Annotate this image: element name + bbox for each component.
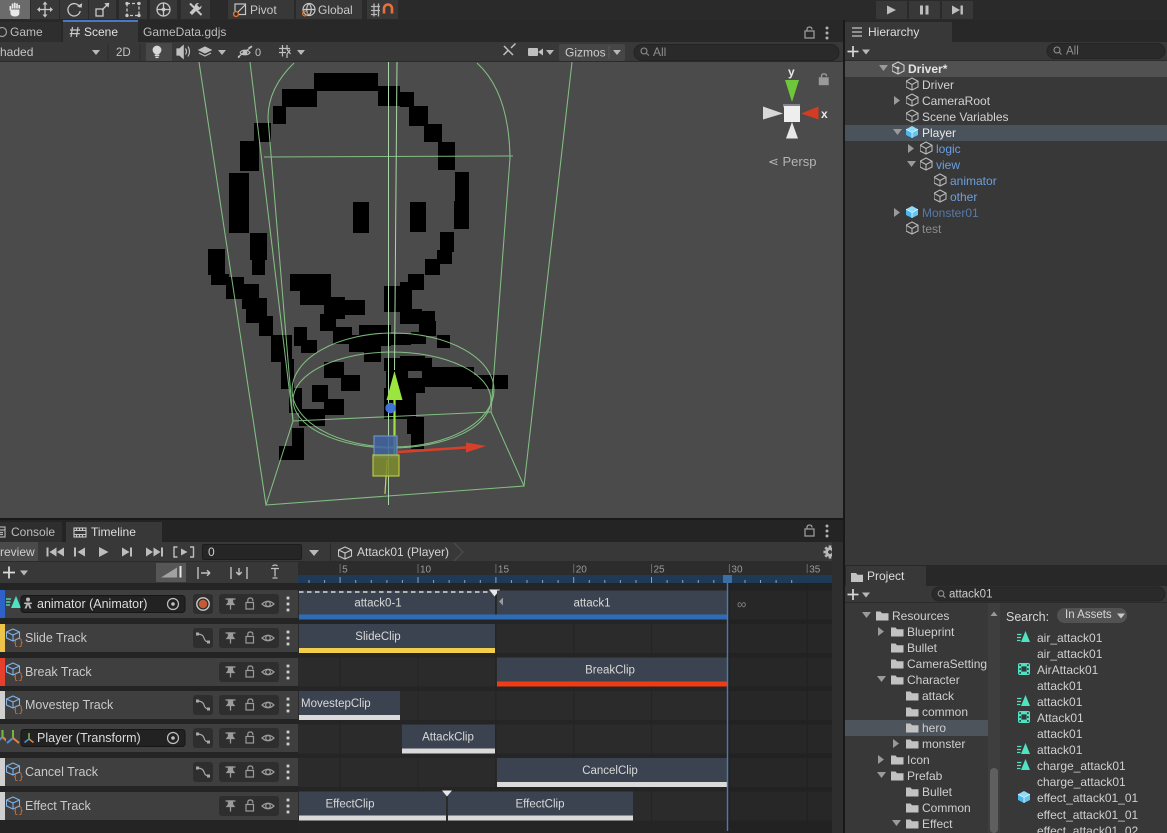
svg-text:Pivot: Pivot — [250, 3, 277, 17]
svg-text:All: All — [653, 45, 666, 59]
svg-text:Player (Transform): Player (Transform) — [37, 731, 141, 745]
svg-text:animator (Animator): animator (Animator) — [37, 597, 147, 611]
svg-text:{}: {} — [13, 705, 24, 715]
svg-text:Slide Track: Slide Track — [25, 631, 88, 645]
svg-text:MovestepClip: MovestepClip — [301, 698, 371, 710]
svg-text:35: 35 — [809, 565, 821, 576]
svg-text:25: 25 — [654, 565, 666, 576]
svg-text:Movestep Track: Movestep Track — [25, 698, 114, 712]
svg-text:30: 30 — [731, 565, 743, 576]
svg-text:2D: 2D — [116, 47, 131, 59]
svg-text:10: 10 — [420, 565, 432, 576]
svg-text:⋖ Persp: ⋖ Persp — [768, 154, 816, 169]
svg-text:{}: {} — [13, 806, 24, 816]
svg-text:5: 5 — [342, 565, 348, 576]
svg-text:attack01: attack01 — [949, 589, 992, 601]
svg-text:attack0-1: attack0-1 — [354, 598, 401, 610]
svg-text:Cancel Track: Cancel Track — [25, 765, 99, 779]
svg-text:{}: {} — [13, 638, 24, 648]
svg-text:0: 0 — [255, 47, 261, 59]
svg-text:CancelClip: CancelClip — [582, 765, 638, 777]
svg-text:15: 15 — [498, 565, 510, 576]
svg-text:All: All — [1066, 46, 1079, 58]
svg-text:Effect Track: Effect Track — [25, 799, 92, 813]
svg-text:EffectClip: EffectClip — [325, 799, 374, 811]
svg-text:Break Track: Break Track — [25, 665, 92, 679]
svg-text:Global: Global — [318, 3, 353, 17]
svg-text:BreakClip: BreakClip — [585, 665, 635, 677]
svg-text:y: y — [788, 65, 795, 79]
svg-text:AttackClip: AttackClip — [422, 732, 474, 744]
svg-text:attack1: attack1 — [573, 598, 610, 610]
svg-text:Gizmos: Gizmos — [565, 46, 606, 60]
svg-text:SlideClip: SlideClip — [355, 631, 400, 643]
svg-text:x: x — [821, 107, 828, 121]
svg-text:20: 20 — [576, 565, 588, 576]
svg-text:{}: {} — [13, 672, 24, 682]
svg-text:{}: {} — [13, 772, 24, 782]
svg-text:EffectClip: EffectClip — [515, 799, 564, 811]
